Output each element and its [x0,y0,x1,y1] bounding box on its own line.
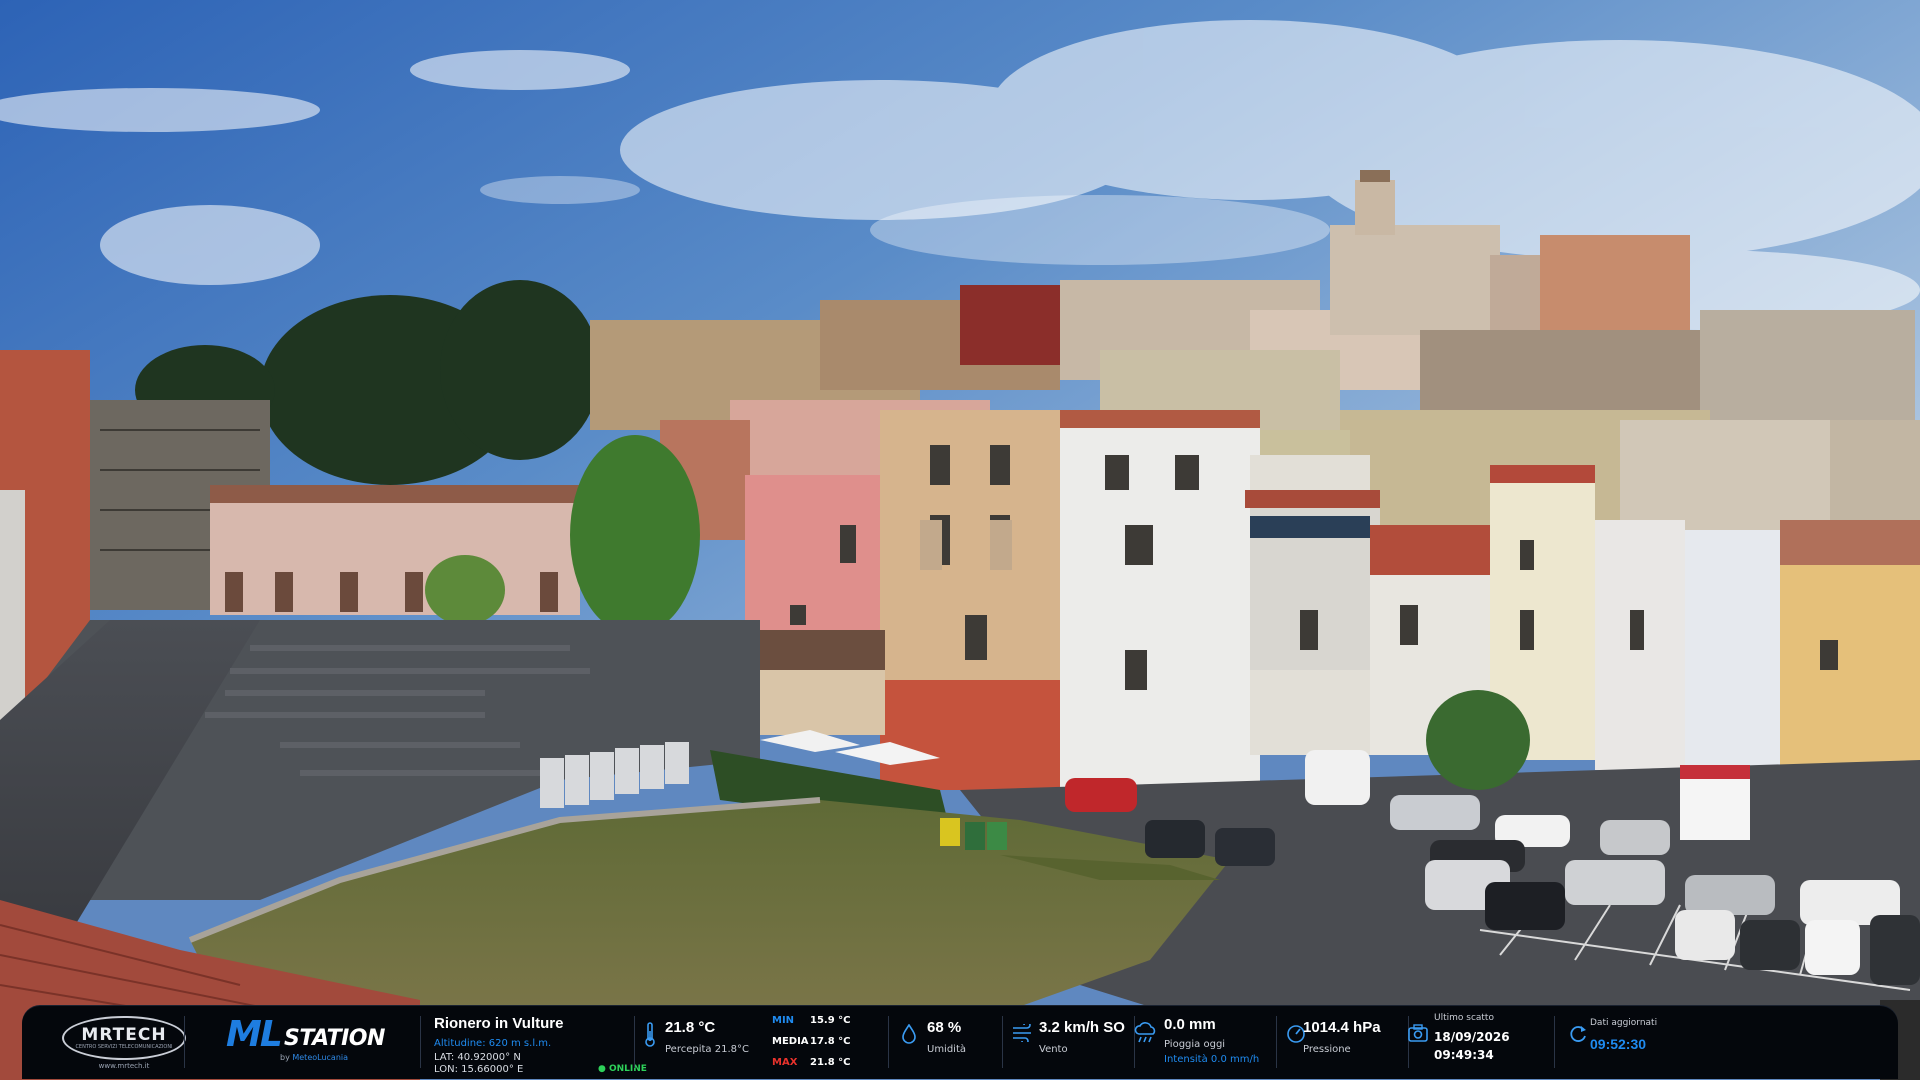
divider [1002,1016,1003,1068]
webcam-image [0,0,1920,1080]
last-shot-time: 09:49:34 [1434,1048,1494,1062]
wind-icon [1013,1024,1031,1042]
temperature-value: 21.8 °C [665,1019,716,1036]
divider [634,1016,635,1068]
mlstation-logo[interactable]: ML STATION by MeteoLucania [222,1006,422,1079]
updated-time: 09:52:30 [1590,1036,1647,1052]
divider [888,1016,889,1068]
temp-min-row: MIN 15.9 °C [772,1015,851,1026]
divider [1276,1016,1277,1068]
wind-label: Vento [1039,1044,1068,1055]
temp-min-label: MIN [772,1015,795,1026]
temp-avg-row: MEDIA17.8 °C [772,1036,851,1047]
online-status: ● ONLINE [598,1064,647,1074]
mrtech-logo-text: MRTECH [81,1025,167,1045]
altitude-text: Altitudine: 620 m s.l.m. [434,1038,552,1049]
perceived-temperature: Percepita 21.8°C [665,1044,749,1055]
humidity-label: Umidità [927,1044,967,1055]
last-shot-label: Ultimo scatto [1434,1013,1494,1023]
temp-max-row: MAX 21.8 °C [772,1057,851,1068]
latitude-text: LAT: 40.92000° N [434,1052,521,1063]
rain-value: 0.0 mm [1164,1016,1216,1033]
rain-cloud-icon [1134,1022,1156,1043]
divider [184,1016,185,1068]
camera-icon [1408,1024,1428,1042]
pressure-value: 1014.4 hPa [1303,1019,1381,1036]
thermometer-icon [645,1022,655,1047]
updated-label: Dati aggiornati [1590,1018,1658,1028]
mrtech-url: www.mrtech.it [98,1062,150,1070]
droplet-icon [902,1024,916,1044]
temp-avg-value: 17.8 °C [810,1036,851,1047]
last-shot-date: 18/09/2026 [1434,1030,1510,1044]
temp-max-label: MAX [772,1057,798,1068]
rain-label: Pioggia oggi [1164,1039,1226,1050]
mlstation-logo-ml: ML [226,1014,283,1055]
mrtech-tagline: CENTRO SERVIZI TELECOMUNICAZIONI [75,1044,173,1050]
temp-max-value: 21.8 °C [810,1057,851,1068]
divider [1554,1016,1555,1068]
divider [420,1016,421,1068]
rain-intensity: Intensità 0.0 mm/h [1164,1054,1260,1065]
wind-value: 3.2 km/h SO [1039,1019,1125,1036]
longitude-text: LON: 15.66000° E [434,1064,524,1075]
mlstation-logo-station: STATION [284,1026,385,1051]
mlstation-logo-by: by MeteoLucania [280,1053,349,1062]
city-name: Rionero in Vulture [434,1015,564,1032]
refresh-icon [1570,1026,1586,1042]
temp-min-value: 15.9 °C [810,1015,851,1026]
humidity-value: 68 % [927,1019,962,1036]
weather-overlay-bar: MRTECH CENTRO SERVIZI TELECOMUNICAZIONI … [22,1006,1898,1079]
pressure-label: Pressione [1303,1044,1351,1055]
mrtech-logo[interactable]: MRTECH CENTRO SERVIZI TELECOMUNICAZIONI … [40,1006,200,1079]
temp-avg-label: MEDIA [772,1036,809,1047]
